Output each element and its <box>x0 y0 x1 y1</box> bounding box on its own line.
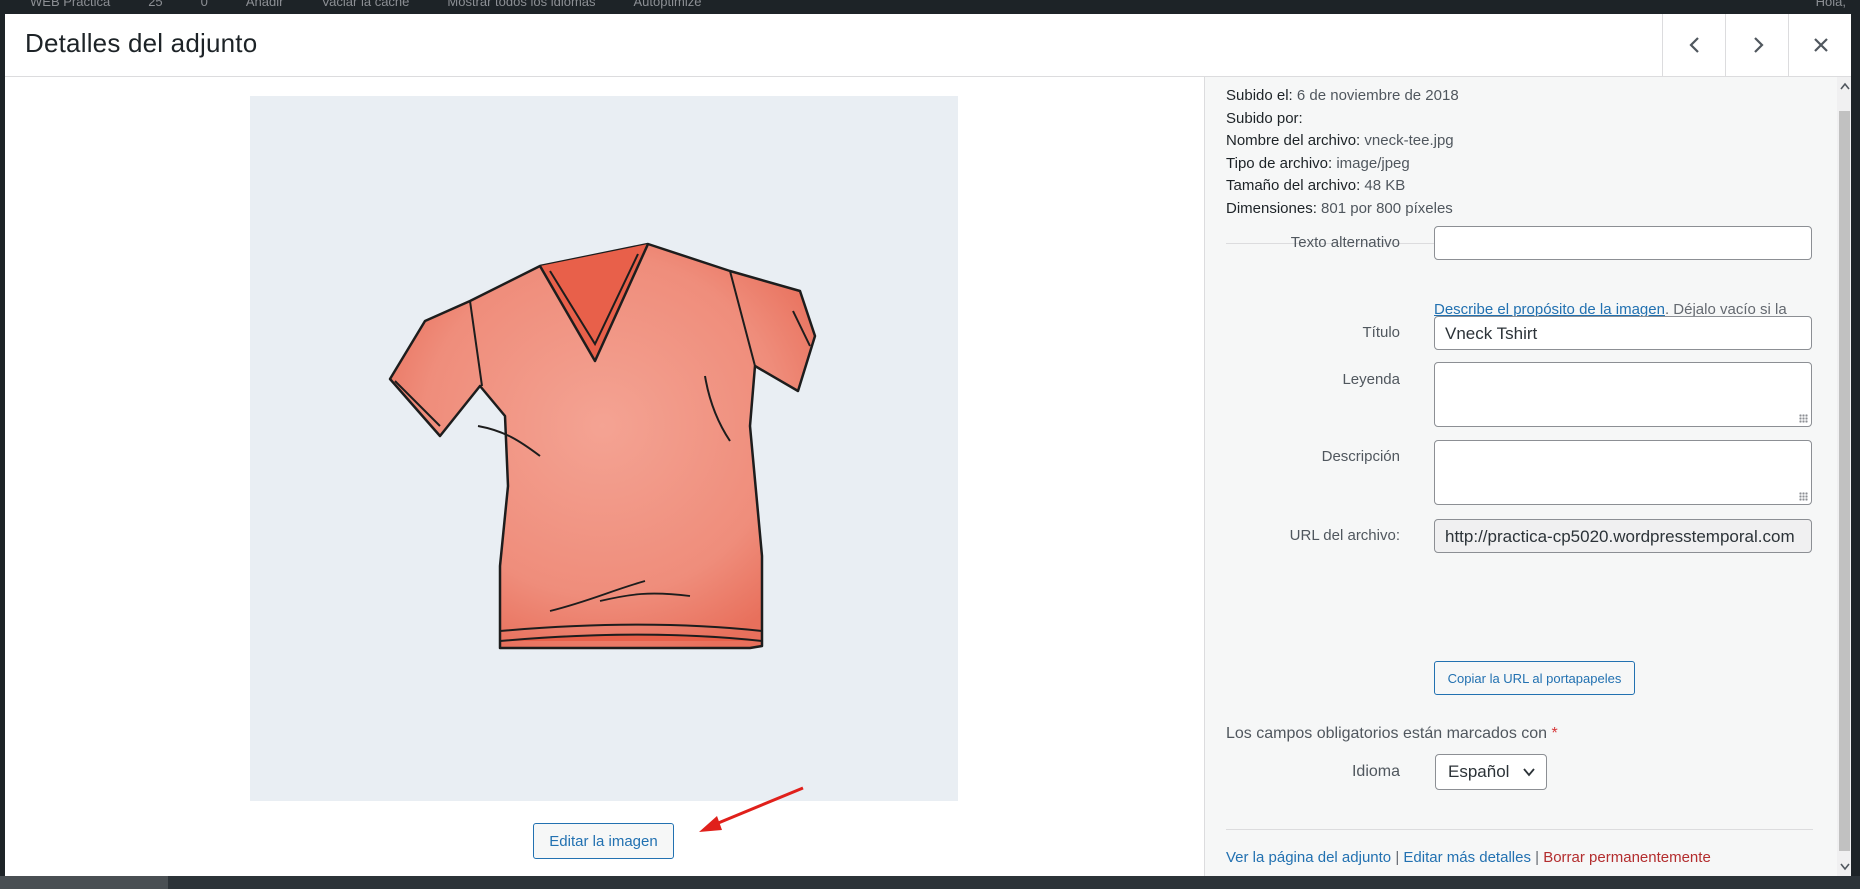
backdrop-bottom <box>0 876 1860 889</box>
file-name: Nombre del archivo: vneck-tee.jpg <box>1226 132 1454 149</box>
attachment-image <box>250 96 958 801</box>
alt-text-input[interactable] <box>1434 226 1812 260</box>
language-label: Idioma <box>1351 763 1400 780</box>
scrollbar-thumb[interactable] <box>1839 111 1850 851</box>
chevron-right-icon <box>1753 37 1764 53</box>
delete-permanently-link[interactable]: Borrar permanentemente <box>1543 849 1711 866</box>
admin-bar-comments[interactable]: 0 <box>201 0 208 9</box>
modal-header: Detalles del adjunto <box>5 14 1851 77</box>
chevron-up-icon <box>1839 82 1850 90</box>
copy-url-button[interactable]: Copiar la URL al portapapeles <box>1434 661 1635 695</box>
admin-bar-site-name[interactable]: WEB Práctica <box>30 0 110 9</box>
uploaded-by: Subido por: <box>1226 109 1303 127</box>
admin-bar: WEB Práctica 25 0 Añadir Vaciar la caché… <box>0 0 1860 14</box>
resize-handle[interactable] <box>1799 492 1808 501</box>
description-textarea[interactable] <box>1434 440 1812 505</box>
uploaded-on: Subido el: 6 de noviembre de 2018 <box>1226 87 1459 104</box>
edit-image-button[interactable]: Editar la imagen <box>533 823 674 859</box>
scroll-up-arrow[interactable] <box>1837 77 1851 95</box>
media-preview-area: Editar la imagen <box>5 77 1204 876</box>
file-size: Tamaño del archivo: 48 KB <box>1226 177 1406 194</box>
language-select[interactable]: Español <box>1435 754 1547 790</box>
close-icon <box>1813 38 1828 52</box>
title-label: Título <box>1362 324 1400 341</box>
close-button[interactable] <box>1788 14 1851 76</box>
alt-text-label: Texto alternativo <box>1290 234 1400 251</box>
chevron-left-icon <box>1688 37 1699 53</box>
edit-more-details-link[interactable]: Editar más detalles <box>1403 849 1531 866</box>
vneck-tshirt-illustration <box>388 242 817 650</box>
file-url-input[interactable]: http://practica-cp5020.wordpresstemporal… <box>1434 519 1812 553</box>
chevron-down-icon <box>1523 768 1535 777</box>
admin-bar-clear-cache[interactable]: Vaciar la caché <box>321 0 409 9</box>
attachment-actions: Ver la página del adjunto | Editar más d… <box>1226 849 1711 866</box>
resize-handle[interactable] <box>1799 414 1808 423</box>
modal-title: Detalles del adjunto <box>25 28 258 58</box>
annotation-arrow <box>699 786 804 832</box>
title-input[interactable]: Vneck Tshirt <box>1434 316 1812 350</box>
admin-bar-updates[interactable]: 25 <box>148 0 162 9</box>
next-button[interactable] <box>1725 14 1789 76</box>
caption-label: Leyenda <box>1342 371 1400 388</box>
previous-button[interactable] <box>1662 14 1726 76</box>
caption-textarea[interactable] <box>1434 362 1812 427</box>
admin-bar-add-new[interactable]: Añadir <box>246 0 284 9</box>
file-url-label: URL del archivo: <box>1289 527 1400 544</box>
file-info: Subido el: 6 de noviembre de 2018 Subido… <box>1226 85 1459 220</box>
description-label: Descripción <box>1321 448 1400 465</box>
chevron-down-icon <box>1839 863 1850 871</box>
scrollbar[interactable] <box>1837 77 1851 876</box>
admin-bar-greeting[interactable]: Hola, <box>1816 0 1846 9</box>
divider <box>1226 829 1813 830</box>
file-type: Tipo de archivo: image/jpeg <box>1226 154 1410 172</box>
admin-bar-autoptimize[interactable]: Autoptimize <box>634 0 702 9</box>
attachment-details-modal: Detalles del adjunto Editar la imagen Su… <box>5 14 1851 876</box>
view-attachment-page-link[interactable]: Ver la página del adjunto <box>1226 849 1391 866</box>
required-fields-note: Los campos obligatorios están marcados c… <box>1226 725 1558 742</box>
admin-bar-languages[interactable]: Mostrar todos los idiomas <box>447 0 595 9</box>
scroll-down-arrow[interactable] <box>1837 858 1851 876</box>
file-dimensions: Dimensiones: 801 por 800 píxeles <box>1226 199 1453 217</box>
language-value: Español <box>1448 762 1510 781</box>
attachment-details-panel: Subido el: 6 de noviembre de 2018 Subido… <box>1204 77 1851 876</box>
